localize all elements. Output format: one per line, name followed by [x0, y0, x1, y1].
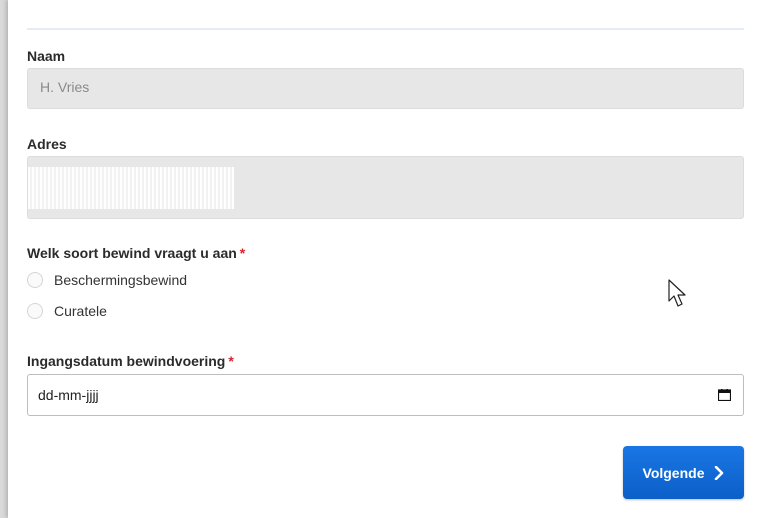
required-marker: *	[228, 353, 234, 369]
start-date-label: Ingangsdatum bewindvoering *	[27, 353, 234, 369]
start-date-input[interactable]: dd-mm-jjjj	[27, 374, 744, 416]
radio-option-beschermingsbewind[interactable]: Beschermingsbewind	[27, 270, 187, 290]
name-value: H. Vries	[40, 79, 90, 95]
date-placeholder: dd-mm-jjjj	[38, 387, 99, 403]
radio-option-label[interactable]: Curatele	[54, 303, 107, 319]
chevron-right-icon	[715, 465, 724, 480]
mouse-pointer-icon	[668, 279, 686, 307]
radio-option-label[interactable]: Beschermingsbewind	[54, 272, 187, 288]
name-label: Naam	[27, 48, 66, 64]
radio-button[interactable]	[27, 272, 43, 288]
form-card: Naam H. Vries Adres Welk soort bewind vr…	[8, 0, 757, 518]
next-button[interactable]: Volgende	[623, 446, 744, 499]
radio-button[interactable]	[27, 303, 43, 319]
redacted-address-overlay	[28, 167, 234, 209]
top-divider	[27, 28, 744, 30]
name-field: H. Vries	[27, 68, 744, 109]
calendar-icon[interactable]	[718, 389, 731, 401]
required-marker: *	[239, 245, 246, 261]
radio-option-curatele[interactable]: Curatele	[27, 301, 107, 321]
address-label: Adres	[27, 136, 67, 152]
address-field	[27, 156, 744, 219]
next-button-label: Volgende	[642, 464, 705, 481]
start-date-label-text: Ingangsdatum bewindvoering	[27, 353, 226, 369]
bewind-type-label-text: Welk soort bewind vraagt u aan	[27, 245, 237, 261]
bewind-type-label: Welk soort bewind vraagt u aan *	[27, 245, 245, 261]
